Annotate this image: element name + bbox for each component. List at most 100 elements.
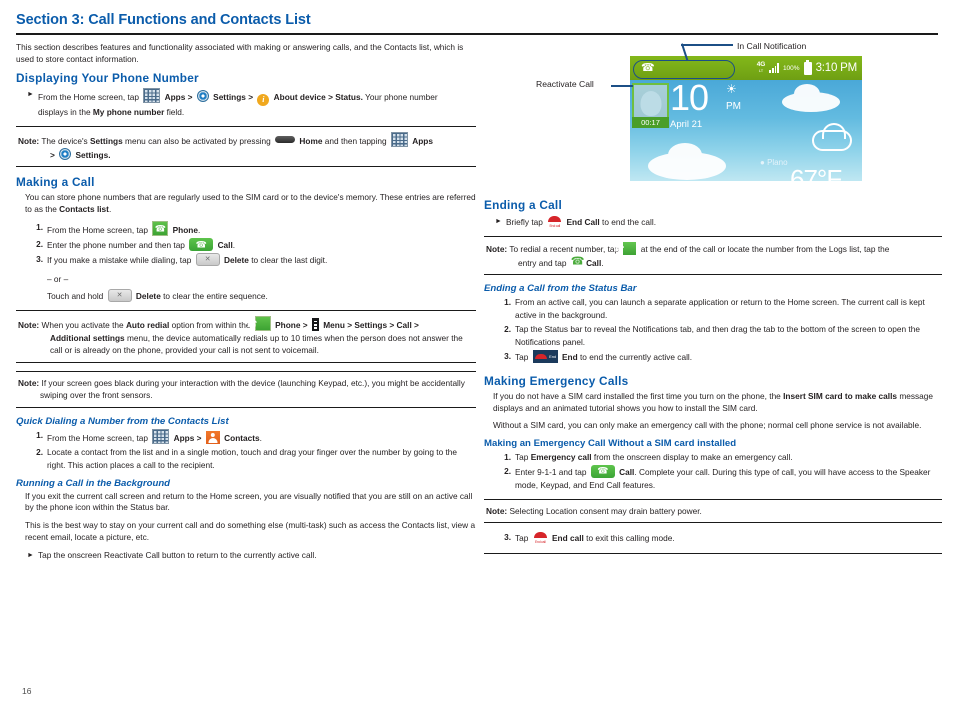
- in-call-notification-highlight: [633, 60, 735, 79]
- step-number: 3.: [504, 351, 511, 361]
- note-label: Note:: [486, 505, 508, 516]
- contacts-icon: [205, 430, 220, 444]
- call-label: Call: [586, 257, 602, 268]
- step-text: Tap the Status bar to reveal the Notific…: [515, 324, 920, 347]
- step-post: .: [197, 225, 201, 236]
- step-text: Tap: [515, 533, 529, 544]
- note-text: Selecting Location consent may drain bat…: [509, 505, 702, 516]
- making-call-intro-c: .: [108, 203, 112, 214]
- battery-icon: [803, 60, 812, 75]
- note-text-b: at the end of the call or locate the num…: [640, 244, 890, 254]
- apps-label: Apps >: [164, 92, 193, 103]
- ending-a-call-list: ► Briefly tap End call End Call to end t…: [484, 215, 942, 229]
- call-label: Call: [619, 466, 635, 477]
- list-item: 3. If you make a mistake while dialing, …: [16, 253, 476, 267]
- callout-reactivate-call: Reactivate Call: [536, 79, 594, 89]
- delete-backspace-icon: ✕: [195, 253, 220, 267]
- note-text-c: and then tapping: [324, 136, 387, 147]
- triangle-bullet-icon: ►: [495, 218, 502, 225]
- additional-settings-term: Additional settings: [50, 332, 125, 343]
- list-item: 1. Tap Emergency call from the onscreen …: [484, 451, 942, 464]
- step-text: If you make a mistake while dialing, tap: [47, 255, 192, 266]
- manual-page: Section 3: Call Functions and Contacts L…: [0, 0, 954, 716]
- note-location-consent: Note: Selecting Location consent may dra…: [484, 498, 942, 524]
- end-call-icon: End call: [532, 531, 548, 545]
- step-post: .: [232, 240, 236, 251]
- list-item: 2. Enter 9-1-1 and tap ☎ Call. Complete …: [484, 464, 942, 492]
- network-type-indicator: 4G LT: [756, 61, 766, 73]
- step-post: from the onscreen display to make an eme…: [593, 451, 793, 462]
- section-bottom-divider: [484, 553, 942, 555]
- right-column: Ending a Call ► Briefly tap End call End…: [484, 198, 942, 555]
- touch-hold-post: to clear the entire sequence.: [163, 291, 268, 302]
- battery-percent-label: 100%: [782, 64, 800, 72]
- list-item: 2. Enter the phone number and then tap ☎…: [16, 238, 476, 252]
- list-item: 2. Tap the Status bar to reveal the Noti…: [484, 323, 942, 349]
- note-text-a: When you activate the: [41, 320, 124, 331]
- list-item: 3. Tap End End to end the currently acti…: [484, 350, 942, 364]
- touch-hold-pre: Touch and hold: [47, 291, 104, 302]
- menu-icon: [311, 318, 319, 332]
- step-text: From the Home screen, tap: [47, 432, 148, 443]
- note-black-screen: Note: If your screen goes black during y…: [16, 370, 476, 408]
- emergency-final-step: 3. Tap End call End call to exit this ca…: [484, 531, 942, 545]
- phone-label: Phone: [172, 225, 198, 236]
- step-post: to clear the last digit.: [251, 255, 328, 266]
- step-text: Enter 9-1-1 and tap: [515, 466, 587, 477]
- step-text-pre: From the Home screen, tap: [38, 92, 139, 103]
- contacts-list-term: Contacts list: [59, 203, 109, 214]
- ending-from-status-bar-steps: 1. From an active call, you can launch a…: [484, 296, 942, 364]
- insert-sim-message-term: Insert SIM card to make calls: [783, 391, 898, 401]
- contact-avatar-icon: [640, 91, 661, 116]
- call-duration-label: 00:17: [632, 117, 669, 128]
- list-item: ► Briefly tap End call End Call to end t…: [484, 215, 942, 229]
- step-number: 2.: [36, 239, 43, 250]
- touch-and-hold-line: Touch and hold ✕ Delete to clear the ent…: [16, 289, 476, 303]
- sun-weather-icon: ☀: [726, 82, 737, 96]
- cloud-decoration: [782, 84, 840, 112]
- heading-ending-a-call: Ending a Call: [484, 198, 562, 212]
- home-key-icon: [275, 136, 296, 144]
- list-item: 1. From an active call, you can launch a…: [484, 296, 942, 322]
- clock-hour-label: 10: [670, 80, 709, 118]
- call-button-icon: ☎: [189, 238, 214, 252]
- note-bold-apps: Apps: [412, 136, 433, 147]
- list-item: 3. Tap End call End call to exit this ca…: [484, 531, 942, 545]
- step-text: Tap: [515, 451, 529, 462]
- running-call-para-2: This is the best way to stay on your cur…: [25, 520, 476, 542]
- title-divider: [16, 33, 938, 35]
- weather-temperature-label: 67°F: [790, 164, 842, 181]
- step-number: 2.: [36, 446, 43, 457]
- heading-running-call-background: Running a Call in the Background: [16, 477, 171, 489]
- apps-label: Apps >: [173, 432, 202, 443]
- list-item: ► Tap the onscreen Reactivate Call butto…: [16, 549, 476, 562]
- reactivate-call-thumbnail[interactable]: 00:17: [632, 83, 669, 128]
- intro-paragraph: This section describes features and func…: [16, 42, 464, 64]
- note-redial: Note: To redial a recent number, tap ☎ a…: [484, 236, 942, 275]
- quick-dialing-steps: 1. From the Home screen, tap Apps > Cont…: [16, 428, 476, 472]
- phone-home-screen: 10 ☀ PM April 21 00:17 ● Plano 67°F: [630, 80, 862, 181]
- note-label: Note:: [18, 136, 40, 147]
- step-number: 3.: [504, 532, 511, 543]
- list-item: 1. From the Home screen, tap Apps > Cont…: [16, 428, 476, 445]
- callout-line-horizontal: [611, 85, 633, 87]
- left-column: This section describes features and func…: [16, 42, 476, 568]
- step-post: to end the call.: [602, 217, 656, 227]
- page-title: Section 3: Call Functions and Contacts L…: [16, 12, 311, 28]
- step-text: Tap: [515, 352, 529, 362]
- clock-meridiem-label: PM: [726, 101, 741, 112]
- clock-date-label: April 21: [670, 119, 703, 130]
- heading-ending-call-status-bar: Ending a Call from the Status Bar: [484, 283, 637, 294]
- signal-strength-icon: [769, 63, 779, 73]
- step-number: 2.: [504, 465, 511, 476]
- callout-line-horizontal: [681, 44, 733, 46]
- weather-location-label: ● Plano: [760, 158, 788, 167]
- about-device-info-icon: i: [257, 94, 270, 107]
- step-number: 2.: [504, 324, 511, 334]
- end-call-label: End Call: [566, 217, 600, 227]
- settings-gear-icon: [59, 147, 72, 160]
- settings-gear-icon: [196, 90, 209, 103]
- step-line2-c: field.: [166, 107, 185, 118]
- step-number: 1.: [504, 451, 511, 462]
- settings-label: Settings >: [213, 92, 254, 103]
